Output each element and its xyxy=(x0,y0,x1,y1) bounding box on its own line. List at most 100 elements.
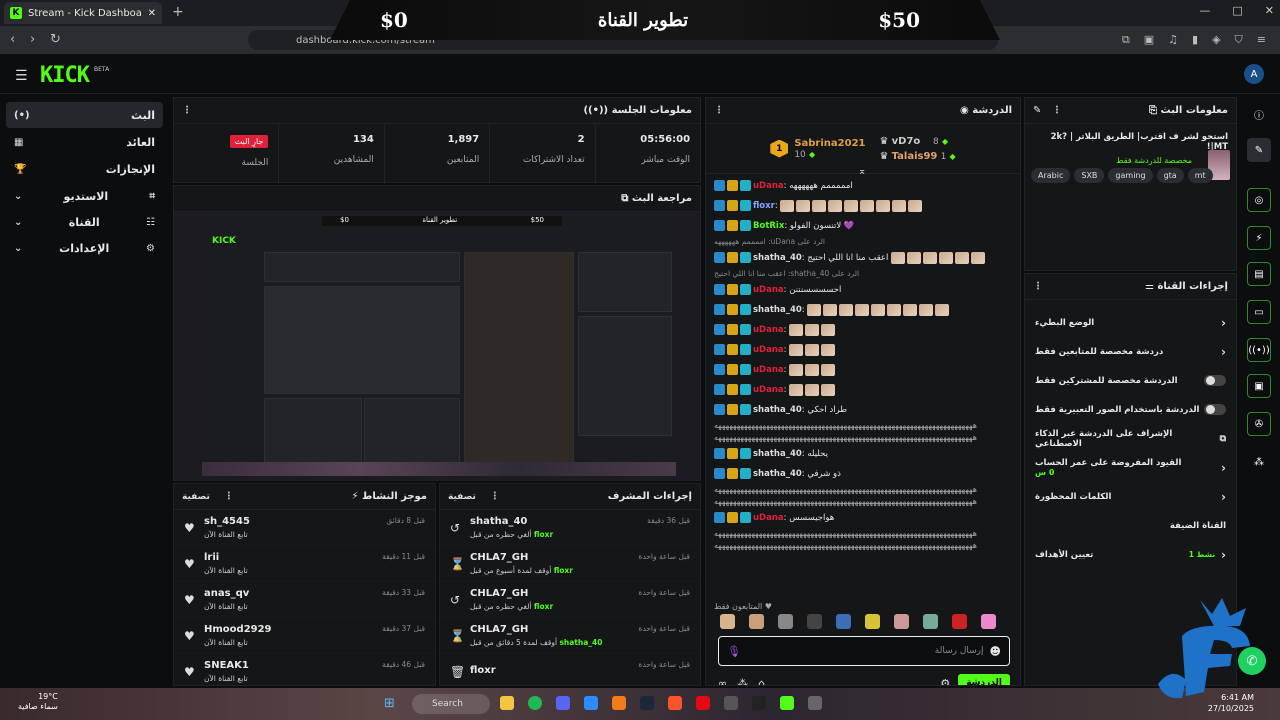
stream-tag[interactable]: SXB xyxy=(1074,168,1105,183)
chat-send-button[interactable]: الدردشة xyxy=(958,674,1010,685)
chat-message[interactable]: floxr: xyxy=(714,196,1012,216)
mic-icon[interactable]: 🎙 xyxy=(727,645,741,658)
chat-emote[interactable] xyxy=(860,199,875,212)
chat-message[interactable]: uDana: xyxy=(714,380,1012,400)
chat-emote[interactable] xyxy=(796,199,811,212)
chat-emote[interactable] xyxy=(789,383,804,396)
activity-row[interactable]: ♥ SNEAK1 تابع القناة الآن قبل 46 دقيقة xyxy=(174,654,435,685)
sidebar-item-stream[interactable]: البث (•) xyxy=(6,102,163,128)
info-icon[interactable]: ⓘ xyxy=(1247,102,1271,126)
video-icon[interactable]: ▣ xyxy=(1247,374,1271,398)
chat-username[interactable]: shatha_40 xyxy=(753,253,802,263)
tab-close-icon[interactable]: ✕ xyxy=(148,8,156,19)
goals-row[interactable]: تعيين الأهداف نشط 1 › xyxy=(1025,540,1236,569)
chat-emote[interactable] xyxy=(821,363,836,376)
chat-emote[interactable] xyxy=(939,251,954,264)
filter-button[interactable]: تصفية xyxy=(182,492,210,502)
kick-app-icon[interactable] xyxy=(780,696,794,710)
bolt-icon[interactable]: ⚡ xyxy=(1247,226,1271,250)
chat-emote[interactable] xyxy=(823,303,838,316)
toggle-switch[interactable] xyxy=(1204,375,1226,386)
mod-action-row[interactable]: ⌛ CHLA7_GH أوقف لمدة أسبوع من قبل floxr … xyxy=(440,546,700,582)
windows-start-icon[interactable]: ⊞ xyxy=(384,696,395,711)
chat-emote[interactable] xyxy=(812,199,827,212)
chat-message[interactable]: uDana: xyxy=(714,320,1012,340)
quick-emote[interactable] xyxy=(807,614,822,629)
mod-action-row[interactable]: ↺ CHLA7_GH ألغي حظره من قبل floxr قبل سا… xyxy=(440,582,700,618)
more-options-icon[interactable]: ⋮ xyxy=(1052,105,1062,116)
chat-emote[interactable] xyxy=(892,199,907,212)
chat-emote[interactable] xyxy=(903,303,918,316)
chat-emote[interactable] xyxy=(907,251,922,264)
channel-action-row[interactable]: دردشة مخصصة للمتابعين فقط › xyxy=(1025,337,1236,366)
chat-emote[interactable] xyxy=(821,383,836,396)
menu-icon[interactable]: ≡ xyxy=(1257,33,1266,47)
quick-emote[interactable] xyxy=(749,614,764,629)
quick-emote[interactable] xyxy=(981,614,996,629)
chat-username[interactable]: uDana xyxy=(753,513,784,523)
chat-message[interactable]: uDana: xyxy=(714,360,1012,380)
channel-action-row[interactable]: الوضع البطيء › xyxy=(1025,308,1236,337)
chat-username[interactable]: uDana xyxy=(753,385,784,395)
chat-emote[interactable] xyxy=(908,199,923,212)
stream-tag[interactable]: gaming xyxy=(1108,168,1153,183)
sidebar-icon[interactable]: ▮ xyxy=(1192,33,1198,47)
forward-icon[interactable]: › xyxy=(30,32,35,47)
quick-emote[interactable] xyxy=(778,614,793,629)
channel-action-row[interactable]: الإشراف على الدردشة عبر الذكاء الاصطناعي… xyxy=(1025,424,1236,453)
quick-emote[interactable] xyxy=(720,614,735,629)
extensions-icon[interactable]: ⧉ xyxy=(1122,33,1130,47)
wrench-icon[interactable]: ✇ xyxy=(1247,412,1271,436)
activity-row[interactable]: ♥ sh_4545 تابع القناة الآن قبل 8 دقائق xyxy=(174,510,435,546)
chat-username[interactable]: uDana xyxy=(753,365,784,375)
chat-emote[interactable] xyxy=(828,199,843,212)
close-window-button[interactable]: ✕ xyxy=(1265,4,1274,17)
share-icon[interactable]: ⁂ xyxy=(737,677,748,686)
sidebar-item-settings[interactable]: ⚙ الإعدادات ⌄ xyxy=(6,235,163,261)
filter-button[interactable]: تصفية xyxy=(448,492,476,502)
more-options-icon[interactable]: ⋮ xyxy=(1033,281,1043,292)
quick-emote[interactable] xyxy=(894,614,909,629)
chat-emote[interactable] xyxy=(789,323,804,336)
chat-emote[interactable] xyxy=(805,383,820,396)
shield-icon[interactable]: ⛉ xyxy=(1235,33,1243,47)
chat-emote[interactable] xyxy=(855,303,870,316)
document-icon[interactable]: ▤ xyxy=(1247,262,1271,286)
sidebar-item-achievements[interactable]: الإنجازات 🏆 xyxy=(6,156,163,182)
chat-emote[interactable] xyxy=(844,199,859,212)
support-chat-button[interactable]: ✆ xyxy=(1238,647,1266,675)
channel-action-row[interactable]: القيود المفروضة على عمر الحساب 0 س › xyxy=(1025,453,1236,482)
channel-action-row[interactable]: الكلمات المحظورة › xyxy=(1025,482,1236,511)
chat-emote[interactable] xyxy=(805,363,820,376)
leader-first[interactable]: 1 Sabrina2021 10 ◆ xyxy=(770,138,865,160)
new-tab-button[interactable]: + xyxy=(172,4,184,20)
quick-emote[interactable] xyxy=(952,614,967,629)
sidebar-item-studio[interactable]: ⌗ الاستديو ⌄ xyxy=(6,183,163,209)
chat-username[interactable]: uDana xyxy=(753,325,784,335)
chat-message[interactable]: uDana: امممممم ههههههه xyxy=(714,176,1012,196)
file-explorer-icon[interactable] xyxy=(500,696,514,710)
maximize-button[interactable]: □ xyxy=(1232,4,1242,17)
stream-tag[interactable]: Arabic xyxy=(1031,168,1071,183)
chat-username[interactable]: shatha_40 xyxy=(753,405,802,415)
more-options-icon[interactable]: ⋮ xyxy=(224,491,234,502)
wallet-icon[interactable]: ◈ xyxy=(1212,33,1220,47)
target-icon[interactable]: ◎ xyxy=(1247,188,1271,212)
more-options-icon[interactable]: ⋮ xyxy=(182,105,192,116)
netflix-icon[interactable] xyxy=(696,696,710,710)
hamburger-menu-icon[interactable]: ☰ xyxy=(15,68,28,84)
obs-icon[interactable] xyxy=(752,696,766,710)
chat-username[interactable]: floxr xyxy=(753,201,775,211)
store-icon[interactable]: ⌂ xyxy=(758,677,765,686)
leader-entry[interactable]: ♛ Talais99 1 ◆ xyxy=(879,151,955,162)
chat-emote[interactable] xyxy=(887,303,902,316)
toggle-switch[interactable] xyxy=(1204,404,1226,415)
chat-emote[interactable] xyxy=(935,303,950,316)
zoom-icon[interactable] xyxy=(584,696,598,710)
chat-emote[interactable] xyxy=(955,251,970,264)
kick-logo[interactable]: KICK xyxy=(40,63,90,88)
chat-emote[interactable] xyxy=(780,199,795,212)
chat-emote[interactable] xyxy=(805,343,820,356)
sidebar-item-revenue[interactable]: العائد ▦ xyxy=(6,129,163,155)
brave-icon[interactable] xyxy=(668,696,682,710)
